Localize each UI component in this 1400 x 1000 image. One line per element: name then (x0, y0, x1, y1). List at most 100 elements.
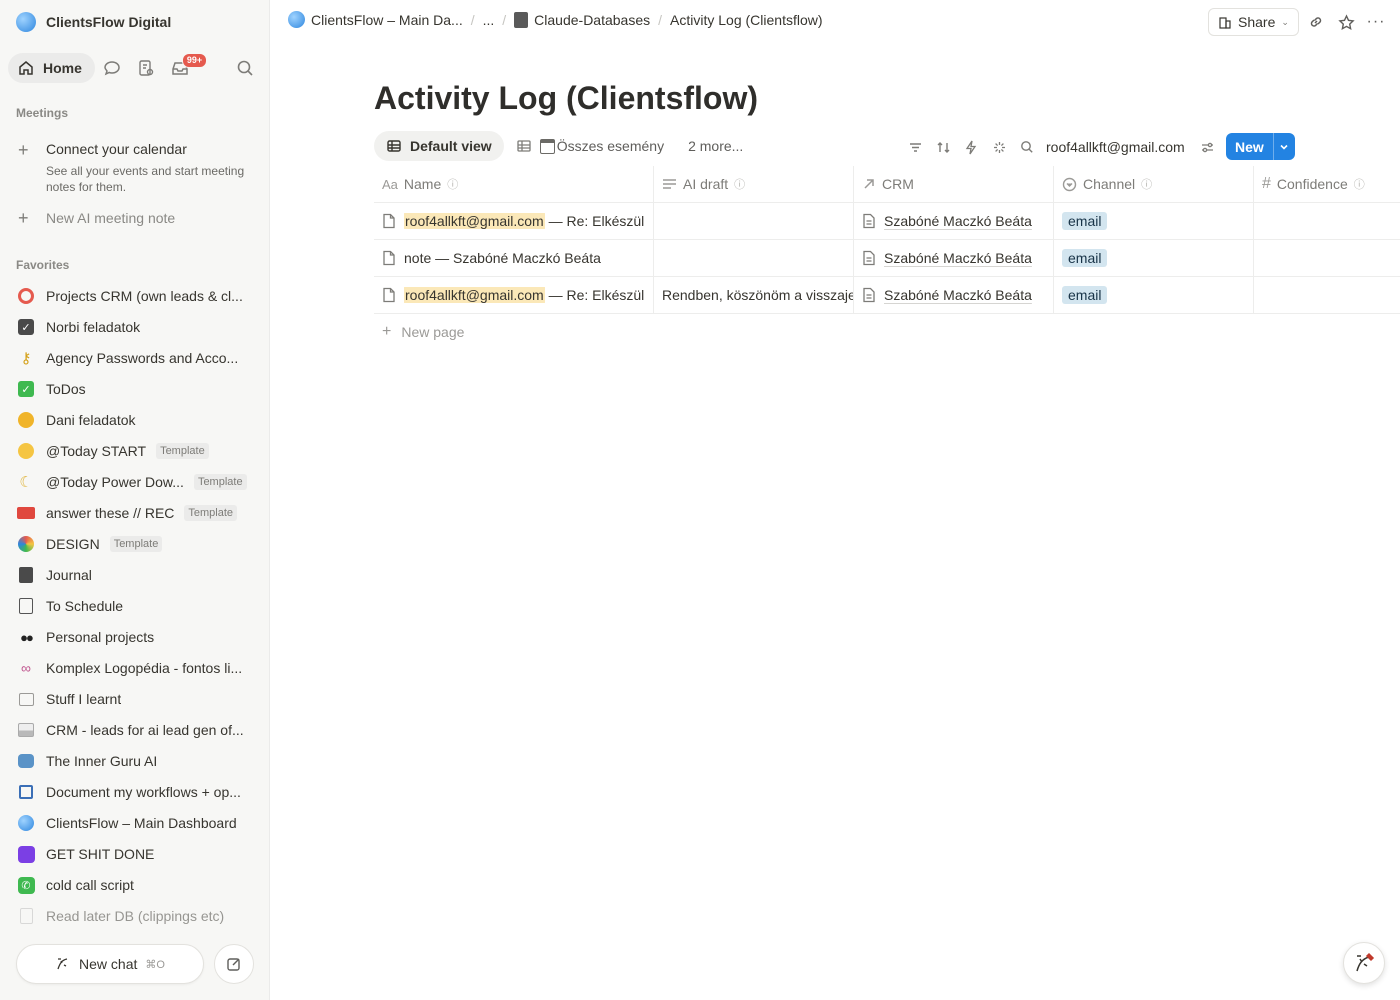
column-label: Channel (1083, 176, 1136, 192)
info-icon: ⓘ (1353, 179, 1365, 191)
relation-arrow-icon (864, 179, 874, 189)
cell-crm[interactable]: Szabóné Maczkó Beáta (854, 240, 1054, 276)
search-button[interactable] (1016, 136, 1038, 158)
cell-ai-draft[interactable] (654, 203, 854, 239)
sidebar-item-clientsflow-main-dashboard[interactable]: ClientsFlow – Main Dashboard (16, 811, 260, 835)
ai-autofill-button[interactable] (988, 136, 1010, 158)
cell-confidence[interactable] (1254, 203, 1400, 239)
cell-channel[interactable]: email (1054, 203, 1254, 239)
sidebar-item-get-shit-done[interactable]: GET SHIT DONE (16, 842, 260, 866)
sidebar-item-komplex-logop-dia-fontos-li[interactable]: ∞ Komplex Logopédia - fontos li... (16, 656, 260, 680)
meeting-notes-nav-button[interactable] (129, 53, 163, 83)
column-header-name[interactable]: Aa Name ⓘ (374, 166, 654, 202)
ai-assistant-button[interactable] (1343, 942, 1385, 984)
view-settings-button[interactable] (1197, 136, 1219, 158)
tab-osszes-esemeny[interactable]: Összes esemény (504, 131, 676, 161)
automation-button[interactable] (960, 136, 982, 158)
search-icon (1021, 141, 1033, 153)
new-record-button[interactable]: New (1226, 133, 1295, 160)
cell-confidence[interactable] (1254, 277, 1400, 313)
view-tabs: Default view Összes esemény 2 more... (374, 131, 755, 161)
table-row[interactable]: roof4allkft@gmail.com — Re: Elkészül Rend… (374, 277, 1400, 314)
table-row[interactable]: roof4allkft@gmail.com — Re: Elkészül Szab… (374, 203, 1400, 240)
sidebar-item-document-my-workflows-op[interactable]: Document my workflows + op... (16, 780, 260, 804)
row-title[interactable]: note — Szabóné Maczkó Beáta (404, 250, 601, 266)
sort-button[interactable] (932, 136, 954, 158)
column-header-channel[interactable]: Channel ⓘ (1054, 166, 1254, 202)
sidebar-item-cold-call-script[interactable]: ✆ cold call script (16, 873, 260, 897)
sidebar-item-stuff-i-learnt[interactable]: Stuff I learnt (16, 687, 260, 711)
sidebar-item-crm-leads-for-ai-lead-gen-of[interactable]: CRM - leads for ai lead gen of... (16, 718, 260, 742)
page-title[interactable]: Activity Log (Clientsflow) (374, 80, 758, 117)
column-header-crm[interactable]: CRM (854, 166, 1054, 202)
search-highlight: roof4allkft@gmail.com (404, 287, 545, 303)
chevron-down-icon (1280, 144, 1288, 150)
crm-relation-link[interactable]: Szabóné Maczkó Beáta (884, 287, 1032, 303)
workspace-switcher[interactable]: ClientsFlow Digital (16, 11, 171, 33)
sidebar-item-the-inner-guru-ai[interactable]: The Inner Guru AI (16, 749, 260, 773)
crm-relation-link[interactable]: Szabóné Maczkó Beáta (884, 250, 1032, 266)
sidebar-item-todos[interactable]: ✓ ToDos (16, 377, 260, 401)
sidebar-item-dani-feladatok[interactable]: Dani feladatok (16, 408, 260, 432)
sidebar-item-journal[interactable]: Journal (16, 563, 260, 587)
sidebar-item-design[interactable]: DESIGN Template (16, 532, 260, 556)
favorite-button[interactable] (1334, 10, 1358, 34)
new-button-label[interactable]: New (1226, 133, 1273, 160)
template-badge: Template (193, 474, 247, 490)
cell-channel[interactable]: email (1054, 277, 1254, 313)
more-views-button[interactable]: 2 more... (676, 131, 755, 161)
copy-link-button[interactable] (1304, 10, 1328, 34)
sidebar-item-norbi-feladatok[interactable]: ✓ Norbi feladatok (16, 315, 260, 339)
new-page-button[interactable]: + New page (382, 322, 464, 342)
filter-button[interactable] (904, 136, 926, 158)
table-row[interactable]: note — Szabóné Maczkó Beáta Szabóné Maczk… (374, 240, 1400, 277)
row-title[interactable]: roof4allkft@gmail.com — Re: Elkészül (404, 287, 644, 303)
connect-calendar-link[interactable]: Connect your calendar (46, 141, 187, 157)
breadcrumb-item-claude-databases[interactable]: Claude-Databases (514, 11, 650, 28)
sidebar-item-today-start[interactable]: @Today START Template (16, 439, 260, 463)
share-building-icon (1219, 17, 1231, 29)
chat-nav-button[interactable] (95, 53, 129, 83)
cell-channel[interactable]: email (1054, 240, 1254, 276)
row-title[interactable]: roof4allkft@gmail.com — Re: Elkészül (404, 213, 644, 229)
cell-name[interactable]: note — Szabóné Maczkó Beáta (374, 240, 654, 276)
robot-icon (16, 751, 36, 771)
sidebar-item-personal-projects[interactable]: ●● Personal projects (16, 625, 260, 649)
sidebar-item-label: DESIGN (46, 536, 100, 552)
crm-relation-link[interactable]: Szabóné Maczkó Beáta (884, 213, 1032, 229)
new-chat-button[interactable]: New chat ⌘O (16, 944, 204, 984)
breadcrumb-item-ellipsis[interactable]: ... (483, 12, 495, 28)
cell-name[interactable]: roof4allkft@gmail.com — Re: Elkészül (374, 203, 654, 239)
tab-default-view[interactable]: Default view (374, 131, 504, 161)
inbox-nav-button[interactable]: 99+ (163, 53, 208, 83)
breadcrumb-item-dashboard[interactable]: ClientsFlow – Main Da... (288, 11, 463, 28)
search-query-text[interactable]: roof4allkft@gmail.com (1046, 139, 1185, 155)
sidebar-item-agency-passwords-and-acco[interactable]: ⚷ Agency Passwords and Acco... (16, 346, 260, 370)
cell-ai-draft[interactable] (654, 240, 854, 276)
sidebar-item-label: Document my workflows + op... (46, 784, 241, 800)
sidebar-item-read-later-db-clippings-etc[interactable]: Read later DB (clippings etc) (16, 904, 260, 928)
sidebar-item-projects-crm-own-leads-cl[interactable]: Projects CRM (own leads & cl... (16, 284, 260, 308)
sidebar-item-to-schedule[interactable]: To Schedule (16, 594, 260, 618)
sidebar-item-label: ClientsFlow – Main Dashboard (46, 815, 237, 831)
cell-crm[interactable]: Szabóné Maczkó Beáta (854, 277, 1054, 313)
column-header-ai-draft[interactable]: AI draft ⓘ (654, 166, 854, 202)
column-header-confidence[interactable]: # Confidence ⓘ (1254, 166, 1400, 202)
search-nav-button[interactable] (228, 53, 262, 83)
cell-name[interactable]: roof4allkft@gmail.com — Re: Elkészül (374, 277, 654, 313)
sidebar-item-answer-these-rec[interactable]: answer these // REC Template (16, 501, 260, 525)
page-icon (382, 250, 396, 266)
more-options-button[interactable]: ··· (1364, 10, 1388, 34)
cell-confidence[interactable] (1254, 240, 1400, 276)
new-ai-meeting-note-button[interactable]: New AI meeting note (46, 210, 175, 226)
row-title-text: — Re: Elkészül (544, 287, 645, 303)
new-dropdown-button[interactable] (1272, 133, 1295, 160)
sidebar-item-today-power-dow[interactable]: ☾ @Today Power Dow... Template (16, 470, 260, 494)
cell-crm[interactable]: Szabóné Maczkó Beáta (854, 203, 1054, 239)
breadcrumb-item-current[interactable]: Activity Log (Clientsflow) (670, 12, 823, 28)
info-icon: ⓘ (447, 179, 459, 191)
compose-button[interactable] (214, 944, 254, 984)
cell-ai-draft[interactable]: Rendben, köszönöm a visszaje (654, 277, 854, 313)
home-button[interactable]: Home (8, 53, 95, 83)
share-button[interactable]: Share ⌄ (1208, 8, 1299, 36)
